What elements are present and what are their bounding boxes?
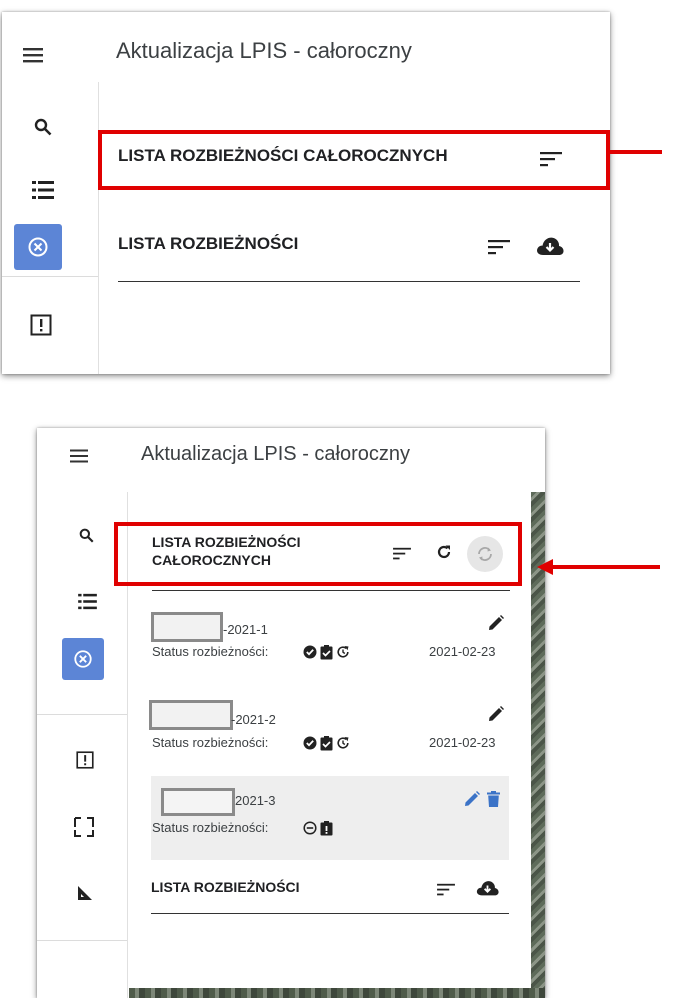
clipboard-alert-icon (320, 820, 333, 835)
sidebar (2, 82, 99, 374)
menu-icon[interactable] (67, 444, 91, 468)
section-underline (152, 590, 510, 591)
search-icon[interactable] (75, 524, 97, 546)
status-icons (303, 735, 359, 751)
edit-icon[interactable] (485, 612, 507, 634)
item-id: -2021-2 (231, 712, 276, 727)
section-underline (151, 913, 509, 914)
item-date: 2021-02-23 (429, 644, 496, 659)
sort-icon[interactable] (486, 236, 512, 258)
section-heading-discrepancies[interactable]: LISTA ROZBIEŻNOŚCI (151, 878, 300, 896)
item-id: -2021-1 (223, 622, 268, 637)
list-icon[interactable] (29, 176, 57, 204)
edit-icon[interactable] (461, 788, 483, 810)
section-heading-discrepancies[interactable]: LISTA ROZBIEŻNOŚCI (118, 234, 298, 254)
sidebar-divider (37, 940, 127, 941)
list-icon[interactable] (75, 589, 99, 613)
status-label: Status rozbieżności: (152, 820, 269, 835)
history-icon (337, 646, 349, 658)
discrepancy-icon (74, 650, 92, 668)
status-label: Status rozbieżności: (152, 644, 269, 659)
highlight-box-top (98, 130, 610, 190)
cloud-download-icon[interactable] (474, 877, 500, 899)
selection-icon[interactable] (71, 814, 97, 840)
menu-icon[interactable] (20, 42, 46, 68)
highlight-arrow-bottom-head (537, 559, 553, 575)
report-icon[interactable] (28, 312, 54, 338)
cloud-download-icon[interactable] (534, 232, 566, 260)
discrepancy-button[interactable] (14, 224, 62, 270)
top-screenshot-panel: Aktualizacja LPIS - całoroczny LISTA ROZ… (2, 12, 610, 374)
highlight-arrow-top (610, 150, 662, 154)
list-item-selected[interactable]: 2021-3 Status rozbieżności: (151, 776, 509, 860)
list-item[interactable]: -2021-1 Status rozbieżności: 2021-02-23 (151, 612, 511, 674)
clipboard-check-icon (320, 644, 333, 659)
map-background-bottom (129, 988, 545, 998)
section-underline (118, 281, 580, 282)
discrepancy-icon (28, 237, 48, 257)
highlight-arrow-bottom-line (552, 565, 660, 569)
bottom-screenshot-panel: Aktualizacja LPIS - całoroczny LISTA ROZ… (37, 428, 545, 998)
status-icons (303, 820, 343, 836)
check-circle-icon (303, 645, 317, 659)
highlight-box-bottom (114, 522, 522, 586)
sidebar-divider (2, 276, 98, 277)
redacted-id-box (151, 612, 223, 642)
item-date: 2021-02-23 (429, 735, 496, 750)
measure-icon[interactable] (73, 881, 97, 905)
history-icon (337, 737, 349, 749)
sort-icon[interactable] (435, 880, 457, 898)
status-icons (303, 644, 359, 660)
edit-icon[interactable] (485, 703, 507, 725)
discrepancy-button[interactable] (62, 638, 104, 680)
app-title: Aktualizacja LPIS - całoroczny (116, 38, 412, 63)
report-icon[interactable] (73, 748, 97, 772)
redacted-id-box (149, 700, 233, 730)
status-label: Status rozbieżności: (152, 735, 269, 750)
redacted-id-box (161, 788, 235, 816)
minus-circle-icon (303, 821, 317, 835)
app-title: Aktualizacja LPIS - całoroczny (141, 443, 411, 465)
search-icon[interactable] (30, 114, 56, 140)
check-circle-icon (303, 736, 317, 750)
item-id: 2021-3 (235, 793, 276, 808)
list-item[interactable]: -2021-2 Status rozbieżności: 2021-02-23 (149, 700, 511, 762)
delete-icon[interactable] (483, 788, 503, 810)
clipboard-check-icon (320, 735, 333, 750)
sidebar-divider (37, 714, 127, 715)
